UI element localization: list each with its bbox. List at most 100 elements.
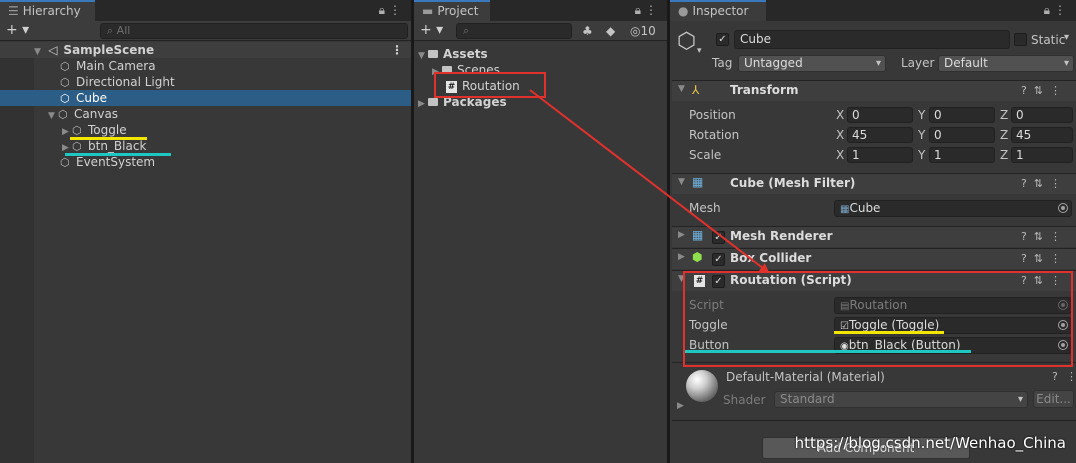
object-name-field[interactable]: Cube xyxy=(734,30,1010,49)
lock-icon[interactable]: 🔒︎ xyxy=(379,3,389,17)
hidden-packages-icon[interactable]: ◎10 xyxy=(630,24,656,38)
component-header-icons[interactable]: ?⇅⋮ xyxy=(1021,177,1068,190)
position-x-field[interactable]: 0 xyxy=(847,107,913,123)
box-collider-header[interactable]: ▶ ⬢ ✓ Box Collider ?⇅⋮ xyxy=(672,248,1076,269)
hierarchy-search-input[interactable]: ⌕ All xyxy=(100,23,408,39)
list-item[interactable]: ⬡ Directional Light xyxy=(0,74,411,90)
mesh-renderer-icon: ▦ xyxy=(692,228,704,242)
preset-icon[interactable]: ⇅ xyxy=(1034,230,1050,243)
preset-icon[interactable]: ⇅ xyxy=(1034,84,1050,97)
more-icon[interactable]: ⋮ xyxy=(1050,177,1068,190)
annotation-underline-cyan xyxy=(65,153,171,156)
project-search-input[interactable]: ⌕ xyxy=(456,23,572,39)
hierarchy-tabbar: ☰ Hierarchy 🔒︎⋮ xyxy=(0,0,411,21)
icon-picker-arrow-icon[interactable]: ▾ xyxy=(697,46,702,56)
more-icon[interactable]: ⋮ xyxy=(645,3,661,17)
list-item[interactable]: ⬡ EventSystem xyxy=(0,154,411,170)
collapse-arrow-icon[interactable]: ▶ xyxy=(678,230,688,240)
layer-dropdown[interactable]: Default xyxy=(938,55,1074,72)
help-icon[interactable]: ? xyxy=(1052,370,1058,383)
axis-x-label[interactable]: X xyxy=(836,127,844,143)
axis-z-label[interactable]: Z xyxy=(1000,107,1008,123)
component-header-icons[interactable]: ?⇅⋮ xyxy=(1021,84,1068,97)
tab-inspector[interactable]: ● Inspector xyxy=(670,0,766,21)
shader-dropdown[interactable]: Standard xyxy=(774,391,1028,408)
rotation-x-field[interactable]: 45 xyxy=(847,127,913,143)
hierarchy-tab-menu[interactable]: 🔒︎⋮ xyxy=(379,3,405,18)
active-checkbox[interactable]: ✓ xyxy=(716,33,729,46)
filter-by-label-icon[interactable]: ◆ xyxy=(606,24,615,38)
collapse-arrow-icon[interactable]: ▶ xyxy=(418,96,428,112)
inspector-tab-menu[interactable]: 🔒︎⋮ xyxy=(1044,3,1070,18)
transform-header[interactable]: ▼ ⅄ Transform ?⇅⋮ xyxy=(672,80,1076,101)
component-header-icons[interactable]: ?⇅⋮ xyxy=(1021,230,1068,243)
scale-z-field[interactable]: 1 xyxy=(1011,147,1073,163)
hierarchy-icon: ☰ xyxy=(8,4,19,18)
help-icon[interactable]: ? xyxy=(1021,177,1034,190)
tab-hierarchy[interactable]: ☰ Hierarchy xyxy=(0,0,95,21)
more-icon[interactable]: ⋮ xyxy=(389,3,405,17)
list-item[interactable]: ▶ ⬡ Toggle xyxy=(0,122,411,138)
mesh-object-field[interactable]: ▦Cube xyxy=(834,200,1072,217)
collapse-arrow-icon[interactable]: ▶ xyxy=(678,252,688,262)
list-item[interactable]: ▼ ⬡ Canvas xyxy=(0,106,411,122)
static-dropdown-icon[interactable]: ▾ xyxy=(1064,32,1069,43)
help-icon[interactable]: ? xyxy=(1021,252,1034,265)
more-icon[interactable]: ⋮ xyxy=(1066,370,1076,383)
mesh-renderer-header[interactable]: ▶ ▦ ✓ Mesh Renderer ?⇅⋮ xyxy=(672,226,1076,247)
tab-project[interactable]: ▬ Project xyxy=(414,0,490,21)
expand-arrow-icon[interactable]: ▼ xyxy=(678,177,688,187)
edit-shader-button[interactable]: Edit... xyxy=(1033,390,1074,408)
more-icon[interactable]: ⋮ xyxy=(1054,3,1070,17)
position-y-field[interactable]: 0 xyxy=(929,107,995,123)
position-z-field[interactable]: 0 xyxy=(1011,107,1073,123)
scene-row[interactable]: ▼ ◁ SampleScene ⋮ xyxy=(0,42,411,58)
project-tab-menu[interactable]: 🔒︎⋮ xyxy=(635,3,661,18)
box-collider-enabled-checkbox[interactable]: ✓ xyxy=(712,253,725,266)
create-button[interactable]: + ▾ xyxy=(6,22,29,38)
lock-icon[interactable]: 🔒︎ xyxy=(635,3,645,17)
scale-label: Scale xyxy=(689,148,722,162)
axis-y-label[interactable]: Y xyxy=(918,107,925,123)
tag-dropdown[interactable]: Untagged xyxy=(738,55,886,72)
mesh-filter-header[interactable]: ▼ ▦ Cube (Mesh Filter) ?⇅⋮ xyxy=(672,173,1076,194)
axis-z-label[interactable]: Z xyxy=(1000,127,1008,143)
more-icon[interactable]: ⋮ xyxy=(1050,230,1068,243)
list-item[interactable]: ▶ ⬡ btn_Black xyxy=(0,138,411,154)
object-picker-icon[interactable] xyxy=(1058,203,1068,213)
list-item-selected[interactable]: ⬡ Cube xyxy=(0,90,411,106)
component-header-icons[interactable]: ?⇅⋮ xyxy=(1021,252,1068,265)
preset-icon[interactable]: ⇅ xyxy=(1034,177,1050,190)
static-checkbox[interactable] xyxy=(1014,33,1027,46)
scale-x-field[interactable]: 1 xyxy=(847,147,913,163)
axis-x-label[interactable]: X xyxy=(836,107,844,123)
mesh-filter-icon: ▦ xyxy=(692,175,704,189)
collapse-arrow-icon[interactable]: ▶ xyxy=(677,401,684,411)
rotation-z-field[interactable]: 45 xyxy=(1011,127,1073,143)
expand-arrow-icon[interactable]: ▼ xyxy=(678,84,688,94)
mesh-renderer-enabled-checkbox[interactable]: ✓ xyxy=(712,231,725,244)
tree-item-assets[interactable]: ▼ Assets xyxy=(414,46,667,62)
help-icon[interactable]: ? xyxy=(1021,84,1034,97)
scale-y-field[interactable]: 1 xyxy=(929,147,995,163)
position-label: Position xyxy=(689,108,736,122)
axis-y-label[interactable]: Y xyxy=(918,127,925,143)
preset-icon[interactable]: ⇅ xyxy=(1034,252,1050,265)
component-title: Box Collider xyxy=(730,251,812,265)
axis-x-label[interactable]: X xyxy=(836,147,844,163)
create-button[interactable]: + ▾ xyxy=(420,22,443,38)
list-item[interactable]: ⬡ Main Camera xyxy=(0,58,411,74)
rotation-y-field[interactable]: 0 xyxy=(929,127,995,143)
axis-z-label[interactable]: Z xyxy=(1000,147,1008,163)
scene-menu-icon[interactable]: ⋮ xyxy=(391,42,403,58)
help-icon[interactable]: ? xyxy=(1021,230,1034,243)
axis-y-label[interactable]: Y xyxy=(918,147,925,163)
lock-icon[interactable]: 🔒︎ xyxy=(1044,3,1054,17)
more-icon[interactable]: ⋮ xyxy=(1050,84,1068,97)
rotation-label: Rotation xyxy=(689,128,740,142)
filter-by-type-icon[interactable]: ♣ xyxy=(582,24,593,38)
component-title: Transform xyxy=(730,83,799,97)
gameobject-icon: ⬡ xyxy=(60,76,70,89)
component-title: Cube (Mesh Filter) xyxy=(730,176,856,190)
more-icon[interactable]: ⋮ xyxy=(1050,252,1068,265)
